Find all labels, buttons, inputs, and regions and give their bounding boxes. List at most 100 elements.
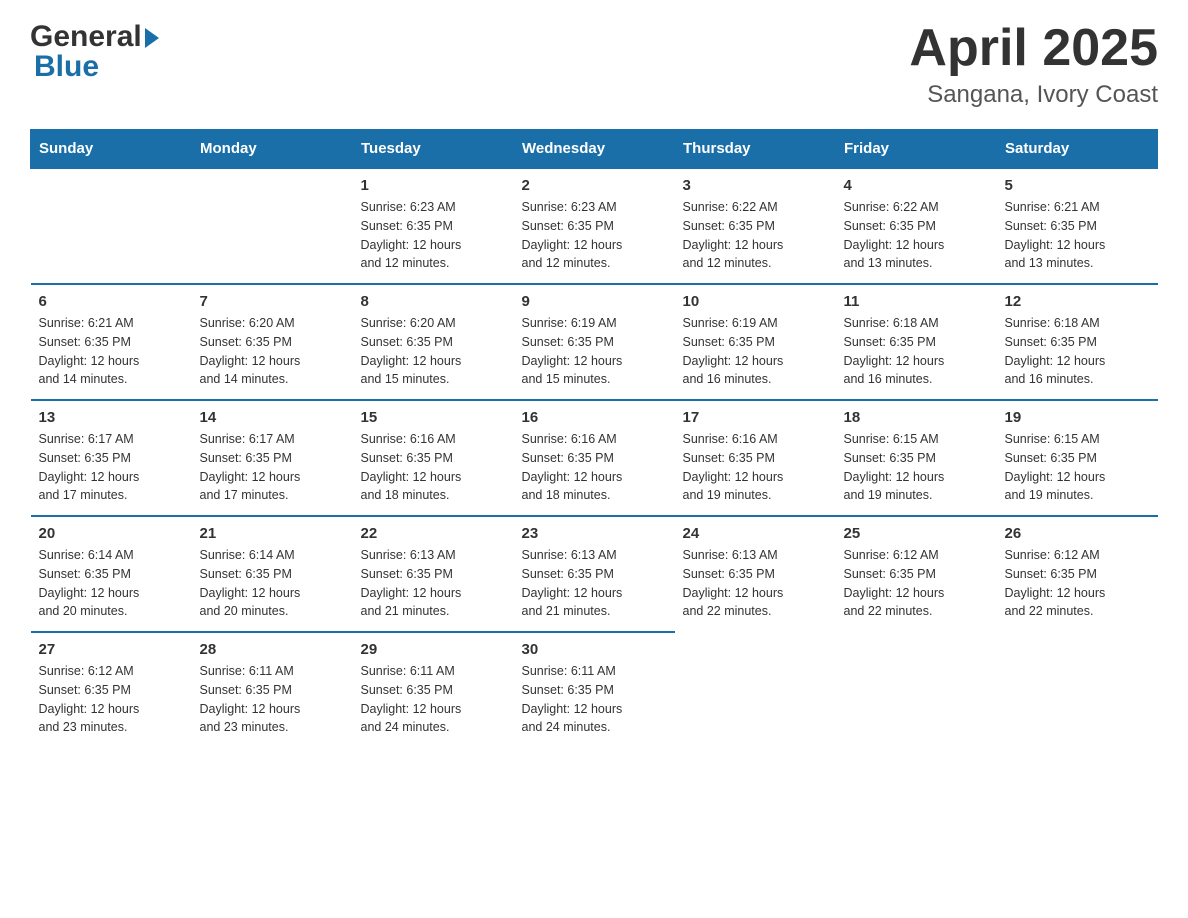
calendar-cell: 23 Sunrise: 6:13 AMSunset: 6:35 PMDayligh… [514, 516, 675, 632]
cell-info: Sunrise: 6:14 AMSunset: 6:35 PMDaylight:… [200, 546, 345, 621]
calendar-cell: 16 Sunrise: 6:16 AMSunset: 6:35 PMDayligh… [514, 400, 675, 516]
calendar-table: SundayMondayTuesdayWednesdayThursdayFrid… [30, 129, 1158, 747]
cell-info: Sunrise: 6:12 AMSunset: 6:35 PMDaylight:… [39, 662, 184, 737]
cell-day-number: 3 [683, 177, 828, 194]
page-subtitle: Sangana, Ivory Coast [909, 81, 1158, 109]
cell-info: Sunrise: 6:13 AMSunset: 6:35 PMDaylight:… [361, 546, 506, 621]
cell-day-number: 14 [200, 409, 345, 426]
calendar-cell [31, 168, 192, 284]
calendar-cell: 3 Sunrise: 6:22 AMSunset: 6:35 PMDaylight… [675, 168, 836, 284]
cell-info: Sunrise: 6:19 AMSunset: 6:35 PMDaylight:… [683, 314, 828, 389]
logo: General Blue [30, 20, 160, 84]
calendar-cell: 17 Sunrise: 6:16 AMSunset: 6:35 PMDayligh… [675, 400, 836, 516]
cell-info: Sunrise: 6:19 AMSunset: 6:35 PMDaylight:… [522, 314, 667, 389]
calendar-cell: 20 Sunrise: 6:14 AMSunset: 6:35 PMDayligh… [31, 516, 192, 632]
calendar-cell: 14 Sunrise: 6:17 AMSunset: 6:35 PMDayligh… [192, 400, 353, 516]
cell-info: Sunrise: 6:14 AMSunset: 6:35 PMDaylight:… [39, 546, 184, 621]
calendar-cell: 4 Sunrise: 6:22 AMSunset: 6:35 PMDaylight… [836, 168, 997, 284]
cell-info: Sunrise: 6:16 AMSunset: 6:35 PMDaylight:… [522, 430, 667, 505]
cell-day-number: 18 [844, 409, 989, 426]
calendar-week-row: 1Sunrise: 6:23 AMSunset: 6:35 PMDaylight… [31, 168, 1158, 284]
page-title: April 2025 [909, 20, 1158, 77]
cell-day-number: 17 [683, 409, 828, 426]
cell-info: Sunrise: 6:21 AMSunset: 6:35 PMDaylight:… [39, 314, 184, 389]
calendar-cell: 21 Sunrise: 6:14 AMSunset: 6:35 PMDayligh… [192, 516, 353, 632]
col-header-friday: Friday [836, 130, 997, 169]
col-header-saturday: Saturday [997, 130, 1158, 169]
col-header-wednesday: Wednesday [514, 130, 675, 169]
title-section: April 2025 Sangana, Ivory Coast [909, 20, 1158, 109]
calendar-cell: 12 Sunrise: 6:18 AMSunset: 6:35 PMDayligh… [997, 284, 1158, 400]
cell-day-number: 26 [1005, 525, 1150, 542]
cell-info: Sunrise: 6:11 AMSunset: 6:35 PMDaylight:… [200, 662, 345, 737]
cell-day-number: 5 [1005, 177, 1150, 194]
cell-info: Sunrise: 6:11 AMSunset: 6:35 PMDaylight:… [522, 662, 667, 737]
cell-info: Sunrise: 6:18 AMSunset: 6:35 PMDaylight:… [1005, 314, 1150, 389]
cell-info: Sunrise: 6:12 AMSunset: 6:35 PMDaylight:… [1005, 546, 1150, 621]
col-header-thursday: Thursday [675, 130, 836, 169]
cell-day-number: 24 [683, 525, 828, 542]
calendar-cell [997, 632, 1158, 747]
calendar-cell: 10Sunrise: 6:19 AMSunset: 6:35 PMDayligh… [675, 284, 836, 400]
cell-day-number: 20 [39, 525, 184, 542]
cell-day-number: 6 [39, 293, 184, 310]
calendar-cell: 1Sunrise: 6:23 AMSunset: 6:35 PMDaylight… [353, 168, 514, 284]
cell-day-number: 22 [361, 525, 506, 542]
cell-info: Sunrise: 6:18 AMSunset: 6:35 PMDaylight:… [844, 314, 989, 389]
cell-info: Sunrise: 6:13 AMSunset: 6:35 PMDaylight:… [683, 546, 828, 621]
cell-info: Sunrise: 6:13 AMSunset: 6:35 PMDaylight:… [522, 546, 667, 621]
cell-info: Sunrise: 6:15 AMSunset: 6:35 PMDaylight:… [1005, 430, 1150, 505]
cell-day-number: 8 [361, 293, 506, 310]
cell-day-number: 15 [361, 409, 506, 426]
calendar-cell: 19Sunrise: 6:15 AMSunset: 6:35 PMDayligh… [997, 400, 1158, 516]
cell-info: Sunrise: 6:20 AMSunset: 6:35 PMDaylight:… [361, 314, 506, 389]
calendar-cell: 11Sunrise: 6:18 AMSunset: 6:35 PMDayligh… [836, 284, 997, 400]
calendar-header-row: SundayMondayTuesdayWednesdayThursdayFrid… [31, 130, 1158, 169]
calendar-cell: 29 Sunrise: 6:11 AMSunset: 6:35 PMDayligh… [353, 632, 514, 747]
cell-info: Sunrise: 6:11 AMSunset: 6:35 PMDaylight:… [361, 662, 506, 737]
calendar-cell: 6 Sunrise: 6:21 AMSunset: 6:35 PMDaylight… [31, 284, 192, 400]
calendar-cell [675, 632, 836, 747]
calendar-cell [836, 632, 997, 747]
cell-day-number: 12 [1005, 293, 1150, 310]
cell-day-number: 16 [522, 409, 667, 426]
cell-day-number: 4 [844, 177, 989, 194]
calendar-cell: 25 Sunrise: 6:12 AMSunset: 6:35 PMDayligh… [836, 516, 997, 632]
calendar-cell: 27 Sunrise: 6:12 AMSunset: 6:35 PMDayligh… [31, 632, 192, 747]
calendar-week-row: 13Sunrise: 6:17 AMSunset: 6:35 PMDayligh… [31, 400, 1158, 516]
cell-info: Sunrise: 6:16 AMSunset: 6:35 PMDaylight:… [361, 430, 506, 505]
calendar-cell: 28Sunrise: 6:11 AMSunset: 6:35 PMDayligh… [192, 632, 353, 747]
calendar-cell: 2Sunrise: 6:23 AMSunset: 6:35 PMDaylight… [514, 168, 675, 284]
cell-day-number: 2 [522, 177, 667, 194]
cell-info: Sunrise: 6:20 AMSunset: 6:35 PMDaylight:… [200, 314, 345, 389]
calendar-cell: 5 Sunrise: 6:21 AMSunset: 6:35 PMDaylight… [997, 168, 1158, 284]
cell-info: Sunrise: 6:15 AMSunset: 6:35 PMDaylight:… [844, 430, 989, 505]
calendar-cell: 8 Sunrise: 6:20 AMSunset: 6:35 PMDaylight… [353, 284, 514, 400]
cell-info: Sunrise: 6:17 AMSunset: 6:35 PMDaylight:… [200, 430, 345, 505]
logo-triangle-icon [145, 28, 159, 48]
col-header-sunday: Sunday [31, 130, 192, 169]
calendar-cell: 7 Sunrise: 6:20 AMSunset: 6:35 PMDaylight… [192, 284, 353, 400]
cell-info: Sunrise: 6:21 AMSunset: 6:35 PMDaylight:… [1005, 198, 1150, 273]
cell-info: Sunrise: 6:12 AMSunset: 6:35 PMDaylight:… [844, 546, 989, 621]
cell-info: Sunrise: 6:16 AMSunset: 6:35 PMDaylight:… [683, 430, 828, 505]
cell-day-number: 29 [361, 641, 506, 658]
cell-info: Sunrise: 6:23 AMSunset: 6:35 PMDaylight:… [361, 198, 506, 273]
cell-day-number: 25 [844, 525, 989, 542]
cell-day-number: 21 [200, 525, 345, 542]
cell-day-number: 23 [522, 525, 667, 542]
col-header-monday: Monday [192, 130, 353, 169]
cell-day-number: 7 [200, 293, 345, 310]
cell-day-number: 27 [39, 641, 184, 658]
calendar-week-row: 20 Sunrise: 6:14 AMSunset: 6:35 PMDayligh… [31, 516, 1158, 632]
cell-info: Sunrise: 6:17 AMSunset: 6:35 PMDaylight:… [39, 430, 184, 505]
cell-day-number: 9 [522, 293, 667, 310]
calendar-cell: 15 Sunrise: 6:16 AMSunset: 6:35 PMDayligh… [353, 400, 514, 516]
cell-info: Sunrise: 6:22 AMSunset: 6:35 PMDaylight:… [683, 198, 828, 273]
calendar-cell: 22 Sunrise: 6:13 AMSunset: 6:35 PMDayligh… [353, 516, 514, 632]
calendar-cell: 26 Sunrise: 6:12 AMSunset: 6:35 PMDayligh… [997, 516, 1158, 632]
calendar-cell: 9 Sunrise: 6:19 AMSunset: 6:35 PMDaylight… [514, 284, 675, 400]
cell-info: Sunrise: 6:22 AMSunset: 6:35 PMDaylight:… [844, 198, 989, 273]
logo-line1: General [30, 20, 160, 54]
logo-general-text: General [30, 20, 142, 54]
